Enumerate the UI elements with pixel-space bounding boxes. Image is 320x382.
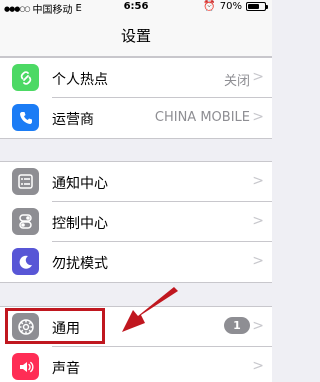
pointer-arrow-icon (122, 287, 178, 332)
